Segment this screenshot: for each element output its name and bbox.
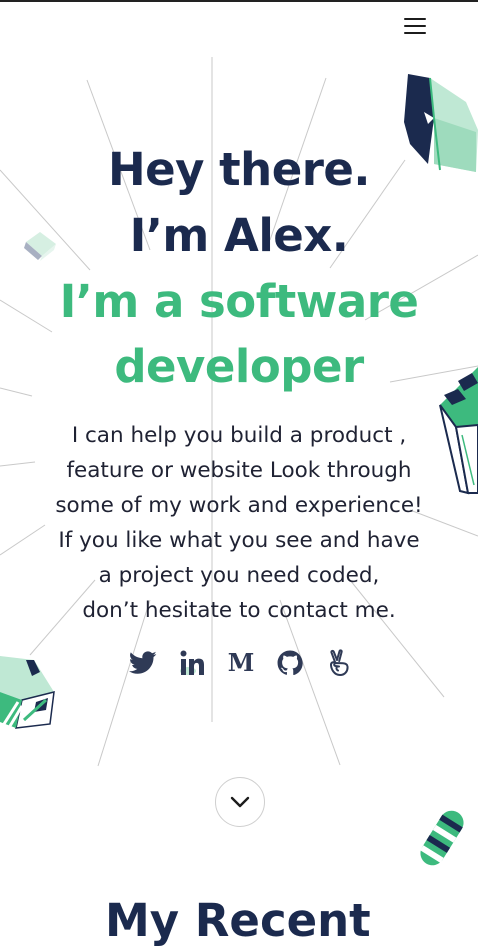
- next-section-title: My Recent: [105, 894, 371, 947]
- angellist-link[interactable]: [325, 648, 353, 678]
- github-link[interactable]: [276, 648, 304, 678]
- intro-line: I can help you build a product ,: [71, 423, 407, 448]
- hero-role-line-2: developer: [114, 340, 364, 393]
- github-icon: [277, 650, 303, 676]
- linkedin-link[interactable]: [178, 648, 206, 678]
- intro-line: some of my work and experience!: [55, 493, 423, 518]
- hamburger-icon-line: [404, 25, 426, 27]
- striped-capsule-decoration: [420, 810, 464, 866]
- hero-name: I’m Alex.: [129, 209, 349, 262]
- intro-line: a project you need coded,: [98, 563, 380, 588]
- angellist-icon: [330, 649, 349, 676]
- scroll-down-button[interactable]: [215, 777, 265, 827]
- intro-line: don’t hesitate to contact me.: [82, 598, 396, 623]
- medium-link[interactable]: M: [227, 648, 255, 678]
- twitter-icon: [129, 651, 157, 674]
- chevron-down-icon: [230, 796, 250, 808]
- social-links: M: [0, 648, 478, 678]
- twitter-link[interactable]: [129, 648, 157, 678]
- top-border: [0, 0, 478, 2]
- hamburger-icon-line: [404, 18, 426, 20]
- linkedin-icon: [180, 650, 204, 675]
- medium-icon: M: [227, 648, 255, 677]
- intro-line: feature or website Look through: [66, 458, 412, 483]
- hamburger-icon-line: [404, 32, 426, 34]
- intro-line: If you like what you see and have: [58, 528, 420, 553]
- hero-role-line-1: I’m a software: [59, 275, 419, 328]
- hero-greeting: Hey there.: [107, 143, 371, 196]
- hero-intro-paragraph: I can help you build a product , feature…: [20, 418, 458, 628]
- menu-button[interactable]: [398, 12, 432, 40]
